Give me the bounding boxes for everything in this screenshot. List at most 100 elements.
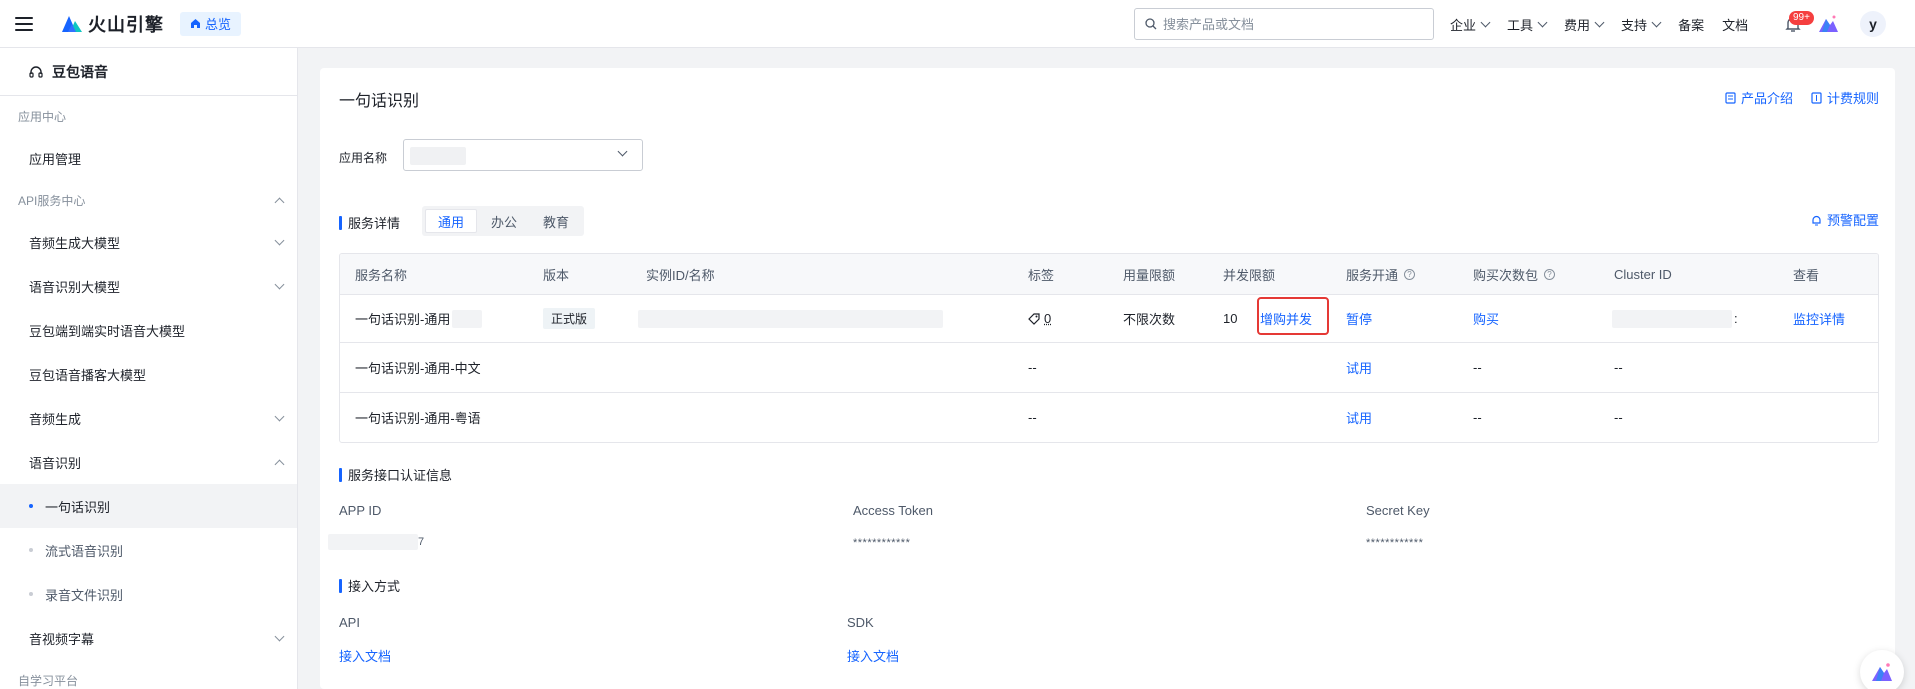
pause-link[interactable]: 暂停 <box>1346 295 1372 342</box>
tab-education[interactable]: 教育 <box>531 209 581 233</box>
monitor-details-link[interactable]: 监控详情 <box>1793 295 1845 342</box>
billing-icon <box>1811 92 1822 104</box>
main-card: 一句话识别 产品介绍 计费规则 应用名称 服务详情 通用 办公 教育 预警配置 … <box>320 68 1895 689</box>
nav-support[interactable]: 支持 <box>1621 15 1660 34</box>
service-name-cell: 一句话识别-通用-中文 <box>355 343 481 392</box>
sidebar-item-asr-model[interactable]: 语音识别大模型 <box>0 264 297 308</box>
tab-office[interactable]: 办公 <box>479 209 529 233</box>
col-buy-pack: 购买次数包? <box>1473 254 1555 294</box>
col-tag: 标签 <box>1028 254 1054 294</box>
col-usage: 用量限额 <box>1123 254 1175 294</box>
sidebar-item-realtime-voice-model[interactable]: 豆包端到端实时语音大模型 <box>0 308 297 352</box>
sidebar-subitem-file-asr[interactable]: 录音文件识别 <box>0 572 297 616</box>
nav-enterprise[interactable]: 企业 <box>1450 15 1489 34</box>
sidebar-item-podcast-model[interactable]: 豆包语音播客大模型 <box>0 352 297 396</box>
sidebar-item-audio-gen[interactable]: 音频生成 <box>0 396 297 440</box>
table-row: 一句话识别-通用-中文 -- 试用 -- -- <box>340 342 1878 392</box>
top-nav: 企业 工具 费用 支持 备案 文档 <box>1450 0 1766 48</box>
sidebar-group-self-learning: 自学习平台 <box>0 660 297 689</box>
alert-config-link[interactable]: 预警配置 <box>1811 210 1879 229</box>
sidebar-item-label: 应用管理 <box>29 149 81 168</box>
billing-rules-link[interactable]: 计费规则 <box>1811 88 1879 107</box>
tab-general[interactable]: 通用 <box>425 209 477 233</box>
version-badge: 正式版 <box>543 308 595 329</box>
nav-label: 费用 <box>1564 15 1590 34</box>
sidebar-item-asr[interactable]: 语音识别 <box>0 440 297 484</box>
trial-link[interactable]: 试用 <box>1346 343 1372 392</box>
usage-cell: 不限次数 <box>1123 295 1175 342</box>
cluster-id-cell: : <box>1612 295 1738 342</box>
sidebar-item-label: 流式语音识别 <box>45 541 123 560</box>
headset-icon <box>28 64 44 80</box>
help-icon[interactable]: ? <box>1404 269 1415 280</box>
api-label: API <box>339 615 360 630</box>
service-tabs: 通用 办公 教育 <box>422 206 584 236</box>
secret-key-value: ************ <box>1366 537 1423 549</box>
buy-link[interactable]: 购买 <box>1473 295 1499 342</box>
nav-tools[interactable]: 工具 <box>1507 15 1546 34</box>
link-label: 计费规则 <box>1827 88 1879 107</box>
sidebar-item-video-subtitle[interactable]: 音视频字幕 <box>0 616 297 660</box>
chevron-up-icon <box>275 459 285 469</box>
sidebar-group-api-center[interactable]: API服务中心 <box>0 180 297 220</box>
document-icon <box>1725 92 1736 104</box>
sidebar-product-name: 豆包语音 <box>52 62 108 82</box>
tag-cell: -- <box>1028 343 1037 392</box>
version-cell: 正式版 <box>543 295 595 342</box>
nav-billing[interactable]: 费用 <box>1564 15 1603 34</box>
section-label: 服务接口认证信息 <box>348 465 452 484</box>
chevron-down-icon <box>1595 17 1605 27</box>
chevron-down-icon <box>618 147 628 157</box>
app-id-value: 7 <box>328 534 425 550</box>
sidebar-item-audio-gen-model[interactable]: 音频生成大模型 <box>0 220 297 264</box>
volcano-logo-icon <box>61 14 83 34</box>
service-name-cell: 一句话识别-通用 <box>355 295 482 342</box>
bullet-dot <box>29 548 33 552</box>
service-table: 服务名称 版本 实例ID/名称 标签 用量限额 并发限额 服务开通? 购买次数包… <box>339 253 1879 443</box>
col-version: 版本 <box>543 254 569 294</box>
auth-info-title: 服务接口认证信息 <box>339 465 452 484</box>
overview-label: 总览 <box>205 14 231 33</box>
group-label: 应用中心 <box>18 108 66 125</box>
chevron-down-icon <box>1481 17 1491 27</box>
trial-link[interactable]: 试用 <box>1346 393 1372 442</box>
overview-button[interactable]: 总览 <box>180 12 241 36</box>
chevron-down-icon <box>1538 17 1548 27</box>
sidebar-subitem-streaming-asr[interactable]: 流式语音识别 <box>0 528 297 572</box>
nav-label: 备案 <box>1678 15 1704 34</box>
logo[interactable]: 火山引擎 <box>61 11 164 37</box>
sidebar-item-label: 音频生成大模型 <box>29 233 120 252</box>
nav-filing[interactable]: 备案 <box>1678 15 1704 34</box>
search-box[interactable] <box>1134 8 1434 40</box>
nav-label: 文档 <box>1722 15 1748 34</box>
sidebar-item-label: 音视频字幕 <box>29 629 94 648</box>
sidebar-subitem-sentence-asr[interactable]: 一句话识别 <box>0 484 297 528</box>
nav-label: 工具 <box>1507 15 1533 34</box>
hamburger-menu-icon[interactable] <box>15 17 33 31</box>
sidebar-item-app-manage[interactable]: 应用管理 <box>0 136 297 180</box>
chevron-down-icon <box>275 235 285 245</box>
section-label: 服务详情 <box>348 213 400 232</box>
sidebar-product-header[interactable]: 豆包语音 <box>0 48 297 96</box>
sdk-doc-link[interactable]: 接入文档 <box>847 646 899 665</box>
group-label: 自学习平台 <box>18 672 78 689</box>
api-doc-link[interactable]: 接入文档 <box>339 646 391 665</box>
buy-concurrency-link[interactable]: 增购并发 <box>1260 295 1312 342</box>
table-row: 一句话识别-通用-粤语 -- 试用 -- -- <box>340 392 1878 442</box>
notification-badge: 99+ <box>1789 11 1814 25</box>
floating-ai-button[interactable] <box>1860 650 1904 689</box>
ai-assistant-icon[interactable] <box>1817 14 1839 34</box>
help-icon[interactable]: ? <box>1544 269 1555 280</box>
app-name-select[interactable] <box>403 139 643 171</box>
app-name-label: 应用名称 <box>339 149 387 166</box>
product-intro-link[interactable]: 产品介绍 <box>1725 88 1793 107</box>
avatar[interactable]: y <box>1860 11 1886 37</box>
bullet-dot <box>29 592 33 596</box>
tag-cell[interactable]: 0 <box>1028 295 1051 342</box>
nav-docs[interactable]: 文档 <box>1722 15 1748 34</box>
col-cluster-id: Cluster ID <box>1614 254 1672 294</box>
sidebar-item-label: 语音识别大模型 <box>29 277 120 296</box>
app-id-label: APP ID <box>339 503 381 518</box>
search-input[interactable] <box>1163 17 1413 32</box>
search-icon <box>1145 18 1157 30</box>
